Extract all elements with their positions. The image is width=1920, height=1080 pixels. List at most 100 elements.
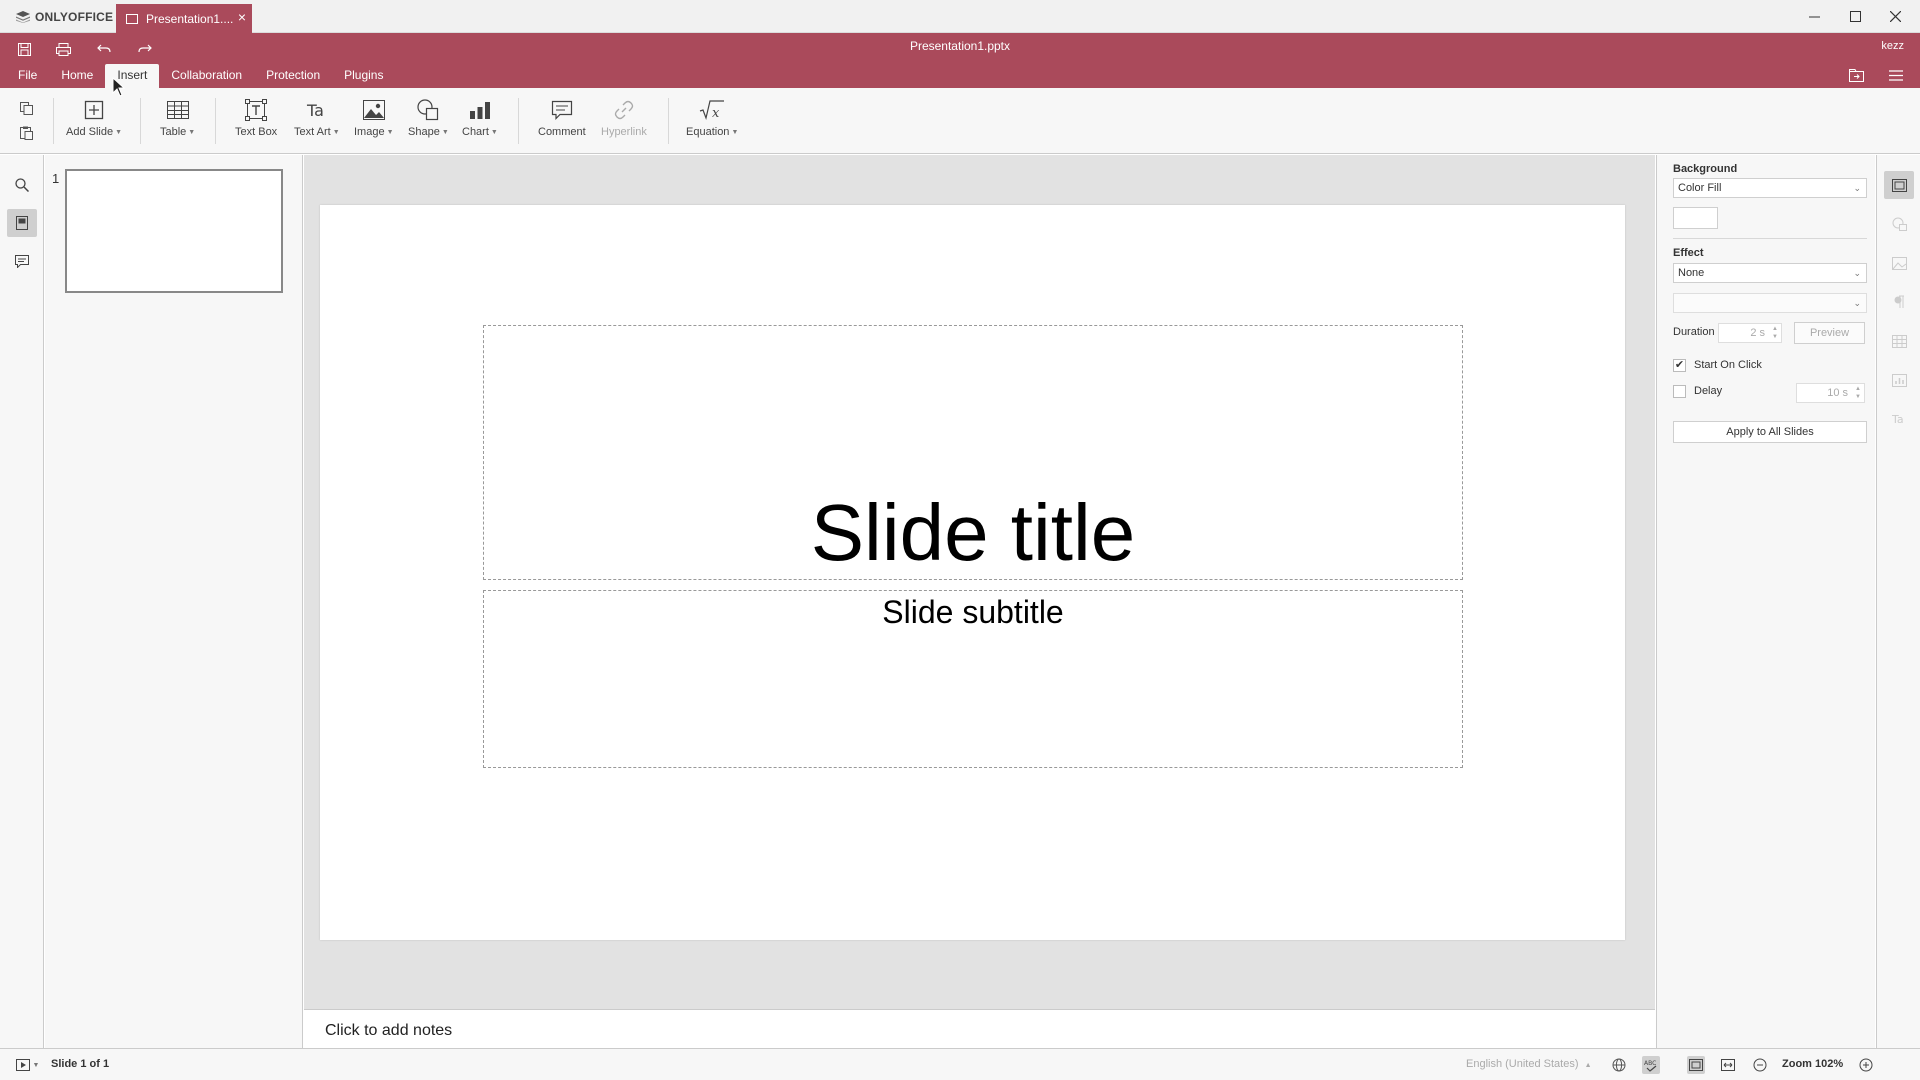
notes-area[interactable]: Click to add notes (304, 1009, 1655, 1048)
zoom-in-button[interactable] (1857, 1056, 1875, 1074)
minimize-button[interactable] (1799, 5, 1829, 27)
view-settings-button[interactable] (1886, 65, 1906, 85)
hyperlink-button[interactable]: Hyperlink (601, 96, 647, 148)
document-tab[interactable]: Presentation1.... × (116, 4, 252, 33)
table-button[interactable]: Table ▼ (160, 96, 195, 148)
globe-icon (1612, 1058, 1626, 1072)
start-on-click-label: Start On Click (1694, 359, 1762, 371)
slide[interactable]: Slide title Slide subtitle (320, 205, 1625, 940)
chart-button[interactable]: Chart ▼ (462, 96, 498, 148)
shape-label: Shape (408, 126, 440, 138)
tab-close-icon[interactable]: × (238, 10, 246, 24)
text-art-settings-tab[interactable]: Ta (1884, 405, 1914, 433)
close-window-button[interactable] (1880, 5, 1910, 27)
text-art-button[interactable]: Ta Text Art ▼ (294, 96, 340, 148)
thumbnail-number: 1 (52, 171, 60, 186)
menu-home[interactable]: Home (49, 64, 105, 88)
hamburger-icon (1889, 69, 1903, 81)
background-color-swatch[interactable] (1673, 207, 1718, 229)
text-box-icon (245, 99, 268, 121)
fit-width-icon (1721, 1059, 1735, 1071)
table-settings-tab[interactable] (1884, 327, 1914, 355)
maximize-button[interactable] (1840, 5, 1870, 27)
shape-icon (417, 99, 439, 121)
text-box-button[interactable]: Text Box (235, 96, 277, 148)
user-name[interactable]: kezz (1881, 40, 1904, 52)
comments-panel-button[interactable] (7, 247, 37, 275)
svg-text:Ta: Ta (1892, 413, 1904, 426)
effect-select[interactable]: None ⌄ (1673, 263, 1867, 283)
print-button[interactable] (51, 39, 75, 59)
chevron-down-icon: ▼ (490, 128, 498, 136)
save-icon (17, 42, 31, 56)
effect-type-select[interactable]: ⌄ (1673, 293, 1867, 313)
shape-button[interactable]: Shape ▼ (408, 96, 449, 148)
fit-to-slide-button[interactable] (1687, 1056, 1705, 1074)
menu-protection[interactable]: Protection (254, 64, 332, 88)
menu-plugins[interactable]: Plugins (332, 64, 395, 88)
zoom-in-icon (1859, 1058, 1873, 1072)
menu-collaboration[interactable]: Collaboration (159, 64, 254, 88)
comment-button[interactable]: Comment (538, 96, 586, 148)
image-button[interactable]: Image ▼ (354, 96, 394, 148)
zoom-level[interactable]: Zoom 102% (1782, 1058, 1843, 1070)
spell-check-button[interactable]: ABC (1642, 1056, 1660, 1074)
chevron-down-icon: ▼ (32, 1061, 40, 1069)
spell-check-icon: ABC (1644, 1060, 1657, 1072)
left-sidebar (0, 155, 44, 1048)
chart-settings-tab[interactable] (1884, 366, 1914, 394)
redo-button[interactable] (133, 39, 157, 59)
slides-panel-button[interactable] (7, 209, 37, 237)
paste-icon (19, 126, 33, 140)
open-file-location-button[interactable] (1846, 65, 1866, 85)
save-button[interactable] (12, 39, 36, 59)
delay-spinner[interactable]: 10 s ▲ ▼ (1796, 383, 1865, 403)
minimize-icon (1808, 16, 1820, 17)
language-select[interactable]: English (United States) ▲ (1466, 1058, 1592, 1070)
start-slideshow-button[interactable] (14, 1056, 32, 1074)
menu-file[interactable]: File (6, 64, 49, 88)
document-language-button[interactable] (1610, 1056, 1628, 1074)
chevron-down-icon: ▼ (386, 128, 394, 136)
svg-text:ABC: ABC (1644, 1060, 1656, 1067)
slide-thumbnail[interactable] (65, 169, 283, 293)
slide-settings-panel: Background Color Fill ⌄ Effect None ⌄ ⌄ … (1656, 155, 1875, 1048)
slideshow-options-button[interactable]: ▼ (31, 1056, 41, 1074)
delay-checkbox[interactable] (1673, 385, 1686, 398)
search-button[interactable] (7, 171, 37, 199)
paragraph-settings-tab[interactable] (1884, 288, 1914, 316)
app-name: ONLYOFFICE (35, 10, 114, 24)
paste-button[interactable] (16, 124, 36, 142)
chevron-down-icon: ▼ (332, 128, 340, 136)
add-slide-button[interactable]: Add Slide ▼ (66, 96, 122, 148)
slide-settings-icon (1891, 178, 1907, 192)
equation-button[interactable]: x Equation ▼ (686, 96, 738, 148)
slide-settings-tab[interactable] (1884, 171, 1914, 199)
text-art-label: Text Art (294, 126, 331, 138)
maximize-icon (1849, 10, 1861, 22)
title-placeholder[interactable]: Slide title (483, 325, 1463, 580)
fit-to-width-button[interactable] (1719, 1056, 1737, 1074)
status-bar: ▼ Slide 1 of 1 English (United States) ▲… (0, 1048, 1920, 1080)
slides-icon (16, 216, 28, 230)
svg-text:x: x (712, 106, 720, 121)
background-fill-select[interactable]: Color Fill ⌄ (1673, 178, 1867, 198)
preview-button[interactable]: Preview (1794, 322, 1865, 344)
image-settings-tab[interactable] (1884, 249, 1914, 277)
start-on-click-checkbox[interactable]: ✔ (1673, 359, 1686, 372)
apply-to-all-slides-button[interactable]: Apply to All Slides (1673, 421, 1867, 443)
zoom-out-icon (1753, 1058, 1767, 1072)
comments-icon (15, 254, 29, 268)
undo-button[interactable] (92, 39, 116, 59)
shape-settings-tab[interactable] (1884, 210, 1914, 238)
comment-icon (551, 100, 572, 120)
subtitle-placeholder[interactable]: Slide subtitle (483, 590, 1463, 768)
duration-label: Duration (1673, 326, 1715, 338)
duration-spinner[interactable]: 2 s ▲ ▼ (1718, 323, 1782, 343)
copy-button[interactable] (16, 99, 36, 117)
chevron-down-icon: ⌄ (1853, 183, 1861, 193)
chart-settings-icon (1891, 373, 1907, 387)
chevron-down-icon: ▼ (188, 128, 196, 136)
zoom-out-button[interactable] (1751, 1056, 1769, 1074)
paragraph-icon (1894, 295, 1904, 308)
